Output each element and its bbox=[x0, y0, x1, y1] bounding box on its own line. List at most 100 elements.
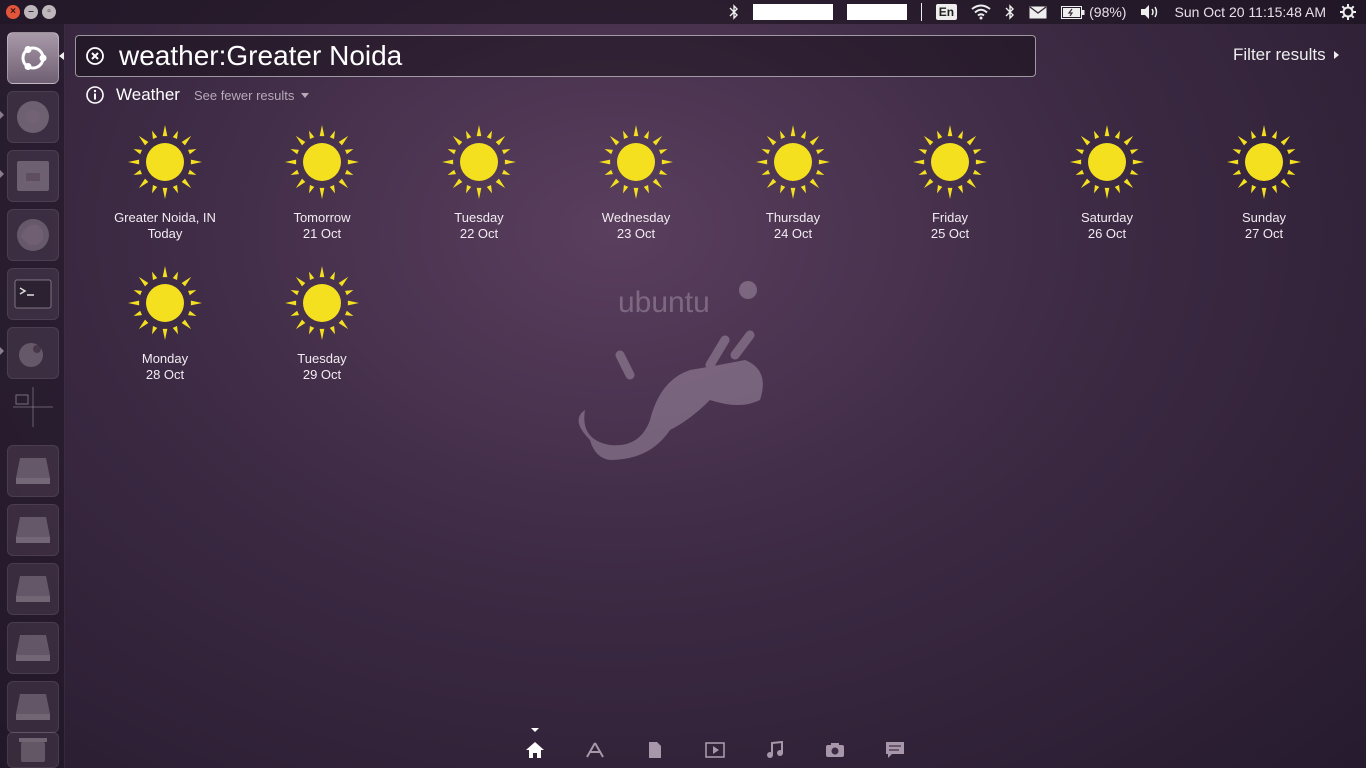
weather-result-tile[interactable]: Saturday 26 Oct bbox=[1032, 124, 1182, 242]
category-header: Weather See fewer results bbox=[86, 85, 310, 105]
terminal-icon bbox=[14, 279, 52, 309]
firefox-icon bbox=[17, 219, 49, 251]
keyboard-layout-indicator[interactable]: En bbox=[935, 4, 958, 20]
forecast-day-label: Greater Noida, IN bbox=[114, 210, 216, 225]
dash-search-box[interactable]: weather:Greater Noida bbox=[75, 35, 1036, 77]
forecast-day-label: Tuesday bbox=[454, 210, 504, 225]
maximize-window-button[interactable]: ▫ bbox=[42, 5, 56, 19]
sun-icon bbox=[442, 125, 516, 199]
lens-bar bbox=[0, 730, 1366, 768]
weather-result-tile[interactable]: Wednesday 23 Oct bbox=[561, 124, 711, 242]
running-indicator bbox=[0, 347, 4, 355]
filter-results-button[interactable]: Filter results bbox=[1233, 45, 1339, 65]
launcher-gimp[interactable] bbox=[7, 327, 59, 379]
launcher-firefox[interactable] bbox=[7, 209, 59, 261]
weather-result-tile[interactable]: Thursday 24 Oct bbox=[718, 124, 868, 242]
close-window-button[interactable]: × bbox=[6, 5, 20, 19]
bluetooth-icon[interactable] bbox=[1005, 4, 1015, 20]
home-lens-icon[interactable] bbox=[524, 740, 546, 760]
drive-icon bbox=[16, 517, 50, 543]
video-lens-icon[interactable] bbox=[704, 740, 726, 760]
sun-icon bbox=[913, 125, 987, 199]
top-panel: × – ▫ En (98%) Sun Oct 20 11:15:48 AM bbox=[0, 0, 1366, 24]
weather-result-tile[interactable]: Monday 28 Oct bbox=[90, 265, 240, 383]
weather-result-tile[interactable]: Greater Noida, IN Today bbox=[90, 124, 240, 242]
photos-lens-icon[interactable] bbox=[824, 740, 846, 760]
launcher-chromium[interactable] bbox=[7, 91, 59, 143]
forecast-date-label: 21 Oct bbox=[302, 226, 342, 241]
launcher-drive[interactable] bbox=[7, 681, 59, 733]
weather-result-tile[interactable]: Tuesday 29 Oct bbox=[247, 265, 397, 383]
launcher-drive[interactable] bbox=[7, 445, 59, 497]
volume-icon[interactable] bbox=[1140, 4, 1160, 20]
battery-indicator[interactable]: (98%) bbox=[1061, 4, 1126, 20]
minimize-window-button[interactable]: – bbox=[24, 5, 38, 19]
forecast-day-label: Friday bbox=[931, 210, 969, 225]
category-title: Weather bbox=[116, 85, 180, 104]
running-indicator bbox=[0, 170, 4, 178]
mail-icon[interactable] bbox=[1029, 5, 1047, 19]
bluetooth-icon[interactable] bbox=[729, 4, 739, 20]
forecast-date-label: 27 Oct bbox=[1244, 226, 1284, 241]
drive-icon bbox=[16, 576, 50, 602]
sun-icon bbox=[128, 125, 202, 199]
forecast-date-label: 22 Oct bbox=[459, 226, 499, 241]
launcher-workspace-switcher[interactable] bbox=[7, 386, 59, 428]
search-input[interactable]: weather:Greater Noida bbox=[119, 40, 402, 72]
launcher-drive[interactable] bbox=[7, 563, 59, 615]
launcher-files[interactable] bbox=[7, 150, 59, 202]
filter-results-label: Filter results bbox=[1233, 45, 1326, 64]
drive-icon bbox=[16, 458, 50, 484]
forecast-date-label: 29 Oct bbox=[302, 367, 342, 382]
forecast-date-label: 24 Oct bbox=[773, 226, 813, 241]
weather-result-tile[interactable]: Sunday 27 Oct bbox=[1189, 124, 1339, 242]
dash-home-button[interactable] bbox=[7, 32, 59, 84]
applications-lens-icon[interactable] bbox=[584, 740, 606, 760]
indicator-area: En (98%) Sun Oct 20 11:15:48 AM bbox=[729, 0, 1356, 24]
sun-icon bbox=[1070, 125, 1144, 199]
keyboard-layout-label: En bbox=[935, 4, 958, 20]
sun-icon bbox=[756, 125, 830, 199]
launcher-terminal[interactable] bbox=[7, 268, 59, 320]
forecast-day-label: Tomorrow bbox=[293, 210, 351, 225]
gimp-icon bbox=[19, 343, 43, 367]
forecast-date-label: 23 Oct bbox=[616, 226, 656, 241]
forecast-date-label: 28 Oct bbox=[145, 367, 185, 382]
weather-result-tile[interactable]: Tuesday 22 Oct bbox=[404, 124, 554, 242]
forecast-day-label: Monday bbox=[141, 351, 189, 366]
forecast-day-label: Tuesday bbox=[297, 351, 347, 366]
chevron-right-icon bbox=[1333, 51, 1339, 59]
sun-icon bbox=[128, 266, 202, 340]
sun-icon bbox=[1227, 125, 1301, 199]
ubuntu-gecko-watermark: ubuntu bbox=[560, 270, 780, 475]
watermark-text: ubuntu bbox=[618, 286, 710, 319]
separator-indicator bbox=[920, 3, 922, 21]
clock-indicator[interactable]: Sun Oct 20 11:15:48 AM bbox=[1174, 4, 1326, 20]
clear-icon bbox=[86, 47, 104, 65]
launcher bbox=[0, 24, 65, 768]
info-icon bbox=[86, 86, 104, 104]
power-gear-icon[interactable] bbox=[1340, 4, 1356, 20]
files-lens-icon[interactable] bbox=[644, 740, 666, 760]
music-lens-icon[interactable] bbox=[764, 740, 786, 760]
launcher-drive[interactable] bbox=[7, 622, 59, 674]
weather-result-tile[interactable]: Tomorrow 21 Oct bbox=[247, 124, 397, 242]
forecast-date-label: 25 Oct bbox=[930, 226, 970, 241]
drive-icon bbox=[16, 694, 50, 720]
launcher-drive[interactable] bbox=[7, 504, 59, 556]
wifi-icon[interactable] bbox=[971, 4, 991, 20]
dash-open-indicator bbox=[59, 52, 64, 60]
drive-icon bbox=[16, 635, 50, 661]
weather-result-tile[interactable]: Friday 25 Oct bbox=[875, 124, 1025, 242]
forecast-day-label: Saturday bbox=[1080, 210, 1134, 225]
see-fewer-results-button[interactable]: See fewer results bbox=[194, 88, 310, 103]
battery-icon bbox=[1061, 5, 1085, 19]
workspace-switcher-icon bbox=[13, 387, 53, 427]
clear-search-button[interactable] bbox=[85, 46, 105, 66]
sun-icon bbox=[599, 125, 673, 199]
social-lens-icon[interactable] bbox=[884, 740, 906, 760]
ubuntu-logo-icon bbox=[21, 46, 47, 70]
running-indicator bbox=[0, 111, 4, 119]
battery-percentage: (98%) bbox=[1089, 4, 1127, 20]
chevron-down-icon bbox=[301, 92, 310, 98]
